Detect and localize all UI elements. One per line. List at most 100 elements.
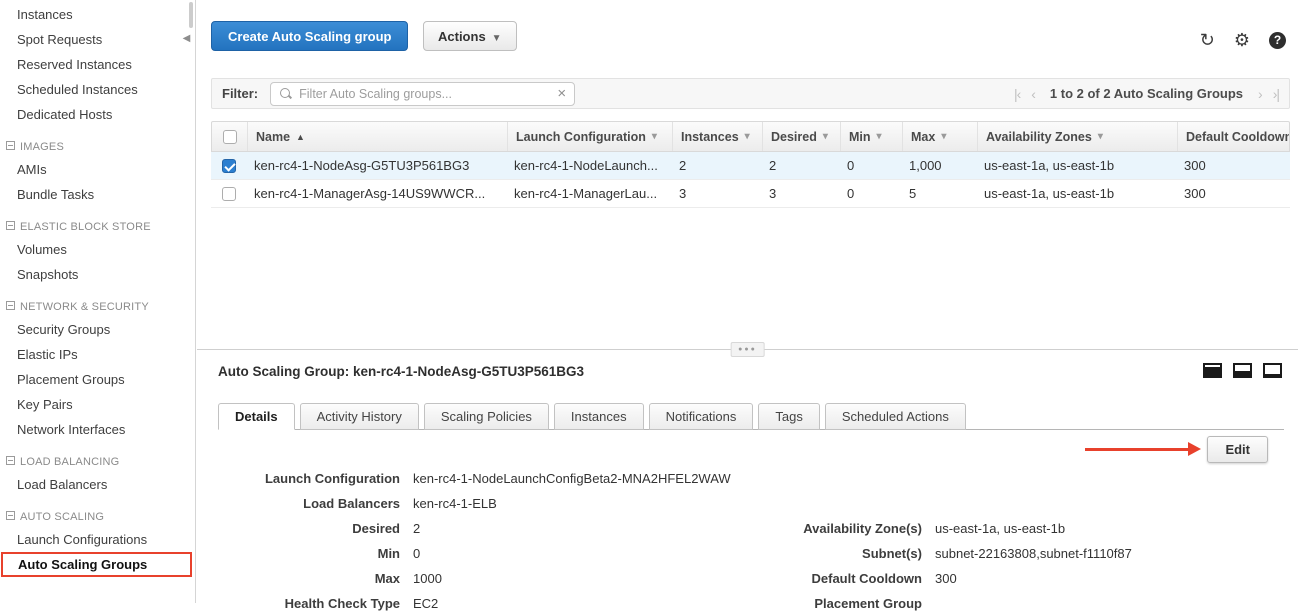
sidebar-item[interactable]: AMIs [0,157,195,182]
gear-icon[interactable]: ⚙ [1234,31,1250,49]
sidebar-item-label: Launch Configurations [17,532,147,547]
search-box: × [270,82,575,106]
sidebar-item[interactable]: Key Pairs [0,392,195,417]
sidebar-item-label: IMAGES [20,141,64,153]
sidebar-nav: Instances Spot Requests Reserved Instanc… [0,0,196,603]
table-header-row: Name ▲ Launch Configuration ▾ Instances … [211,121,1290,152]
sidebar-item[interactable]: Security Groups [0,317,195,342]
annotation-arrow [1085,442,1205,456]
detail-tab[interactable]: Details [218,403,295,430]
table-row[interactable]: ken-rc4-1-ManagerAsg-14US9WWCR... ken-rc… [211,180,1290,208]
create-auto-scaling-group-button[interactable]: Create Auto Scaling group [211,21,408,51]
refresh-icon[interactable]: ↻ [1200,31,1215,49]
sidebar-item[interactable]: Volumes [0,237,195,262]
column-header[interactable]: Name ▲ [247,122,507,151]
row-instances-cell: 2 [671,158,761,173]
detail-tab[interactable]: Tags [758,403,819,430]
detail-field-row: Max 1000 [218,566,731,591]
panel-layout-split-icon[interactable] [1233,363,1252,378]
column-header[interactable]: Min ▾ [840,122,902,151]
filter-input[interactable] [299,87,557,101]
sidebar-scrollbar[interactable] [189,2,193,28]
sidebar-item[interactable]: Bundle Tasks [0,182,195,207]
row-launch-config-cell: ken-rc4-1-NodeLaunch... [506,158,671,173]
row-name-cell: ken-rc4-1-NodeAsg-G5TU3P561BG3 [246,158,506,173]
detail-tab[interactable]: Scaling Policies [424,403,549,430]
help-icon[interactable]: ? [1269,32,1286,49]
field-label: Availability Zone(s) [770,521,922,536]
sidebar-item[interactable]: Scheduled Instances [0,77,195,102]
sidebar-item-label: Network Interfaces [17,422,125,437]
row-checkbox[interactable] [222,159,236,173]
row-max-cell: 1,000 [901,158,976,173]
detail-tab[interactable]: Scheduled Actions [825,403,966,430]
edit-button[interactable]: Edit [1207,436,1268,463]
sidebar-item[interactable]: Launch Configurations [0,527,195,552]
detail-fields-right: Availability Zone(s) us-east-1a, us-east… [770,516,1132,616]
field-value: ken-rc4-1-NodeLaunchConfigBeta2-MNA2HFEL… [400,471,731,486]
select-all-checkbox[interactable] [223,130,237,144]
sidebar-item[interactable]: NETWORK & SECURITY [0,296,195,317]
detail-tabs: DetailsActivity HistoryScaling PoliciesI… [218,402,1284,430]
toolbar-icons: ↻ ⚙ ? [1200,31,1286,49]
sidebar-item[interactable]: ELASTIC BLOCK STORE [0,216,195,237]
prev-page-icon[interactable]: ‹ [1031,86,1035,102]
sidebar-item[interactable]: Spot Requests [0,27,195,52]
row-select-cell [211,180,246,207]
sidebar-item[interactable]: Reserved Instances [0,52,195,77]
sidebar-item[interactable]: LOAD BALANCING [0,451,195,472]
detail-panel-title: Auto Scaling Group: ken-rc4-1-NodeAsg-G5… [218,364,584,379]
collapse-sidebar-icon[interactable]: ◀ [178,28,195,50]
sidebar-item[interactable]: Auto Scaling Groups [1,552,192,577]
clear-filter-icon[interactable]: × [557,86,566,101]
column-header[interactable]: Default Cooldown [1177,122,1289,151]
sidebar-item[interactable]: Elastic IPs [0,342,195,367]
column-header[interactable]: Instances ▾ [672,122,762,151]
first-page-icon[interactable]: |‹ [1014,86,1020,102]
detail-tab[interactable]: Notifications [649,403,754,430]
column-sort-icon: ▾ [745,131,750,142]
last-page-icon[interactable]: ›| [1273,86,1279,102]
filter-label: Filter: [222,86,258,101]
sidebar-item-label: AMIs [17,162,47,177]
panel-layout-hidden-icon[interactable] [1263,363,1282,378]
column-header-label: Min [849,130,871,144]
row-max-cell: 5 [901,186,976,201]
column-header[interactable]: Launch Configuration ▾ [507,122,672,151]
column-header[interactable]: Availability Zones ▾ [977,122,1177,151]
column-header[interactable]: Desired ▾ [762,122,840,151]
detail-field-row: Placement Group [770,591,1132,616]
row-launch-config-cell: ken-rc4-1-ManagerLau... [506,186,671,201]
detail-tab[interactable]: Instances [554,403,644,430]
sidebar-item[interactable]: Placement Groups [0,367,195,392]
sidebar-item-label: Bundle Tasks [17,187,94,202]
row-checkbox[interactable] [222,187,236,201]
sidebar-item[interactable]: Snapshots [0,262,195,287]
panel-layout-icons [1203,363,1282,378]
column-header-label: Name [256,130,290,144]
sidebar-item-label: Instances [17,7,73,22]
table-row[interactable]: ken-rc4-1-NodeAsg-G5TU3P561BG3 ken-rc4-1… [211,152,1290,180]
actions-button[interactable]: Actions▼ [423,21,517,51]
sidebar-item[interactable]: Network Interfaces [0,417,195,442]
column-header[interactable]: Max ▾ [902,122,977,151]
sidebar-item[interactable]: IMAGES [0,136,195,157]
sidebar-item[interactable]: Instances [0,2,195,27]
collapse-section-icon [6,456,15,465]
panel-layout-full-icon[interactable] [1203,363,1222,378]
splitter-drag-handle[interactable]: ●●● [730,342,765,357]
sidebar-item-label: Security Groups [17,322,110,337]
actions-button-label: Actions [438,29,486,44]
detail-field-row: Desired 2 [218,516,731,541]
sidebar-item-label: Scheduled Instances [17,82,138,97]
column-sort-icon: ▾ [1098,131,1103,142]
column-header-label: Instances [681,130,739,144]
field-value: 300 [922,571,957,586]
sidebar-item[interactable]: Load Balancers [0,472,195,497]
field-value: 0 [400,546,420,561]
next-page-icon[interactable]: › [1258,86,1262,102]
sidebar-item[interactable]: Dedicated Hosts [0,102,195,127]
collapse-section-icon [6,511,15,520]
sidebar-item[interactable]: AUTO SCALING [0,506,195,527]
detail-tab[interactable]: Activity History [300,403,419,430]
